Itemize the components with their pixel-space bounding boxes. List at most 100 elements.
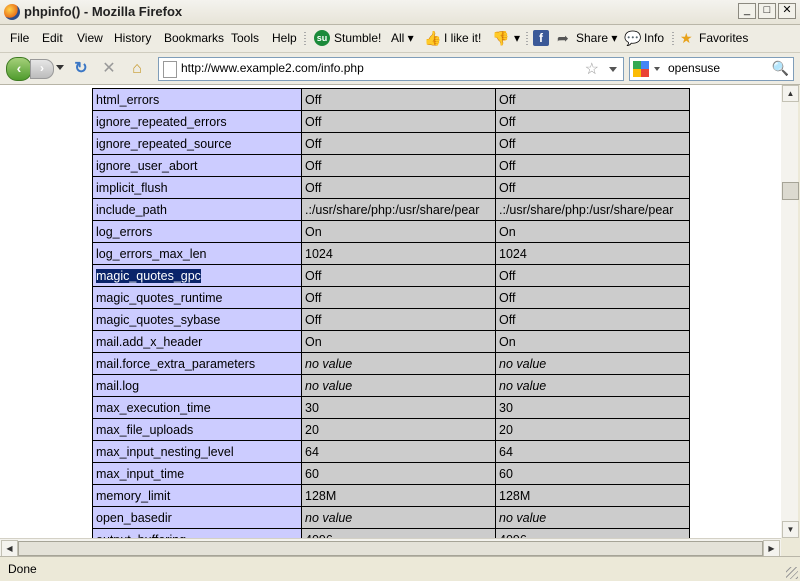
master-value-cell: Off <box>495 308 690 331</box>
directive-name: max_file_uploads <box>96 422 194 437</box>
master-value-cell: 1024 <box>495 242 690 265</box>
search-icon[interactable]: 🔍 <box>772 60 789 77</box>
dislike-dropdown-arrow[interactable]: ▾ <box>514 31 520 45</box>
master-value-cell: 128M <box>495 484 690 507</box>
local-value-cell: Off <box>301 176 496 199</box>
reload-icon[interactable]: ↻ <box>72 60 90 78</box>
directive-name-cell: magic_quotes_runtime <box>92 286 302 309</box>
share-label: Share <box>576 31 609 45</box>
local-value-cell: .:/usr/share/php:/usr/share/pear <box>301 198 496 221</box>
firefox-icon <box>4 4 20 20</box>
master-value-cell: Off <box>495 264 690 287</box>
directive-name: mail.force_extra_parameters <box>96 356 256 371</box>
menu-view[interactable]: View <box>77 31 103 45</box>
directive-name: mail.add_x_header <box>96 334 203 349</box>
url-bar[interactable]: ☆ <box>158 57 624 81</box>
menu-tools[interactable]: Tools <box>231 31 259 45</box>
scroll-right-arrow[interactable]: ▶ <box>763 540 780 557</box>
local-value-cell: no value <box>301 506 496 529</box>
local-value-cell: Off <box>301 88 496 111</box>
local-value-cell: no value <box>301 352 496 375</box>
scroll-up-arrow[interactable]: ▲ <box>782 85 799 102</box>
status-text: Done <box>8 562 37 576</box>
master-value-cell: Off <box>495 176 690 199</box>
table-row: max_execution_time 30 30 <box>92 396 690 419</box>
favorites-button[interactable]: Favorites <box>699 31 748 45</box>
bookmark-star-icon[interactable]: ☆ <box>585 59 599 79</box>
menu-file[interactable]: File <box>10 31 29 45</box>
stop-icon[interactable]: ✕ <box>100 60 118 78</box>
directive-name-cell: mail.add_x_header <box>92 330 302 353</box>
info-icon[interactable]: 💬 <box>624 30 641 46</box>
like-icon[interactable]: 👍 <box>424 30 441 46</box>
page-content: html_errors Off Off ignore_repeated_errors O… <box>0 85 781 538</box>
local-value-cell: Off <box>301 264 496 287</box>
directive-name-cell: max_input_time <box>92 462 302 485</box>
directive-name-cell: ignore_repeated_errors <box>92 110 302 133</box>
table-row: log_errors On On <box>92 220 690 243</box>
menu-edit[interactable]: Edit <box>42 31 63 45</box>
back-icon[interactable]: ‹ <box>6 57 32 81</box>
url-input[interactable] <box>181 60 581 76</box>
vertical-scrollbar[interactable]: ▲ ▼ <box>781 85 799 538</box>
all-dropdown-label: All <box>391 31 405 45</box>
master-value-cell: On <box>495 330 690 353</box>
scroll-down-arrow[interactable]: ▼ <box>782 521 799 538</box>
table-row: log_errors_max_len 1024 1024 <box>92 242 690 265</box>
url-history-dropdown[interactable] <box>609 67 617 72</box>
local-value-cell: On <box>301 220 496 243</box>
share-button[interactable]: Share ▾ <box>576 31 617 45</box>
directive-name: max_input_time <box>96 466 185 481</box>
local-value-cell: 4096 <box>301 528 496 538</box>
search-engine-dropdown[interactable] <box>654 67 660 71</box>
facebook-icon[interactable]: f <box>533 30 549 46</box>
all-dropdown[interactable]: All ▾ <box>391 31 414 45</box>
local-value-cell: 1024 <box>301 242 496 265</box>
stumbleupon-icon[interactable]: su <box>314 30 330 46</box>
master-value-cell: no value <box>495 506 690 529</box>
local-value-cell: Off <box>301 308 496 331</box>
stumble-button[interactable]: Stumble! <box>334 31 381 45</box>
search-input[interactable] <box>668 60 768 76</box>
vertical-scroll-thumb[interactable] <box>782 182 799 200</box>
table-row: html_errors Off Off <box>92 88 690 111</box>
menu-help[interactable]: Help <box>272 31 297 45</box>
directive-name: max_execution_time <box>96 400 211 415</box>
horizontal-scrollbar[interactable]: ◀ ▶ <box>0 538 781 557</box>
master-value-cell: 60 <box>495 462 690 485</box>
minimize-button[interactable]: _ <box>738 3 756 19</box>
resize-grip[interactable] <box>786 567 798 579</box>
history-dropdown-arrow[interactable] <box>56 65 64 70</box>
directive-name-cell: magic_quotes_gpc <box>92 264 302 287</box>
dislike-icon[interactable]: 👎 <box>492 30 509 46</box>
menu-history[interactable]: History <box>114 31 151 45</box>
horizontal-scroll-thumb[interactable] <box>18 541 763 556</box>
info-button[interactable]: Info <box>644 31 664 45</box>
table-row: memory_limit 128M 128M <box>92 484 690 507</box>
table-row: mail.log no value no value <box>92 374 690 397</box>
directive-name: magic_quotes_sybase <box>96 312 221 327</box>
like-button[interactable]: I like it! <box>444 31 481 45</box>
table-row: max_input_time 60 60 <box>92 462 690 485</box>
table-row: implicit_flush Off Off <box>92 176 690 199</box>
menu-bookmarks[interactable]: Bookmarks <box>164 31 224 45</box>
maximize-button[interactable]: □ <box>758 3 776 19</box>
table-row: output_buffering40964096 <box>92 528 690 538</box>
directive-name-cell: ignore_repeated_source <box>92 132 302 155</box>
close-button[interactable]: ✕ <box>778 3 796 19</box>
google-icon[interactable] <box>633 61 649 77</box>
master-value-cell: 20 <box>495 418 690 441</box>
table-row: magic_quotes_sybase Off Off <box>92 308 690 331</box>
forward-icon[interactable]: › <box>30 59 54 79</box>
scroll-left-arrow[interactable]: ◀ <box>1 540 18 557</box>
directive-name: memory_limit <box>96 488 171 503</box>
home-icon[interactable]: ⌂ <box>128 60 146 78</box>
directive-name: implicit_flush <box>96 180 168 195</box>
title-bar: phpinfo() - Mozilla Firefox _ □ ✕ <box>0 0 800 25</box>
master-value-cell: .:/usr/share/php:/usr/share/pear <box>495 198 690 221</box>
search-bar[interactable]: 🔍 <box>629 57 794 81</box>
master-value-cell: no value <box>495 374 690 397</box>
directive-name-cell: ignore_user_abort <box>92 154 302 177</box>
table-row: include_path .:/usr/share/php:/usr/share/… <box>92 198 690 221</box>
directive-name-cell: html_errors <box>92 88 302 111</box>
